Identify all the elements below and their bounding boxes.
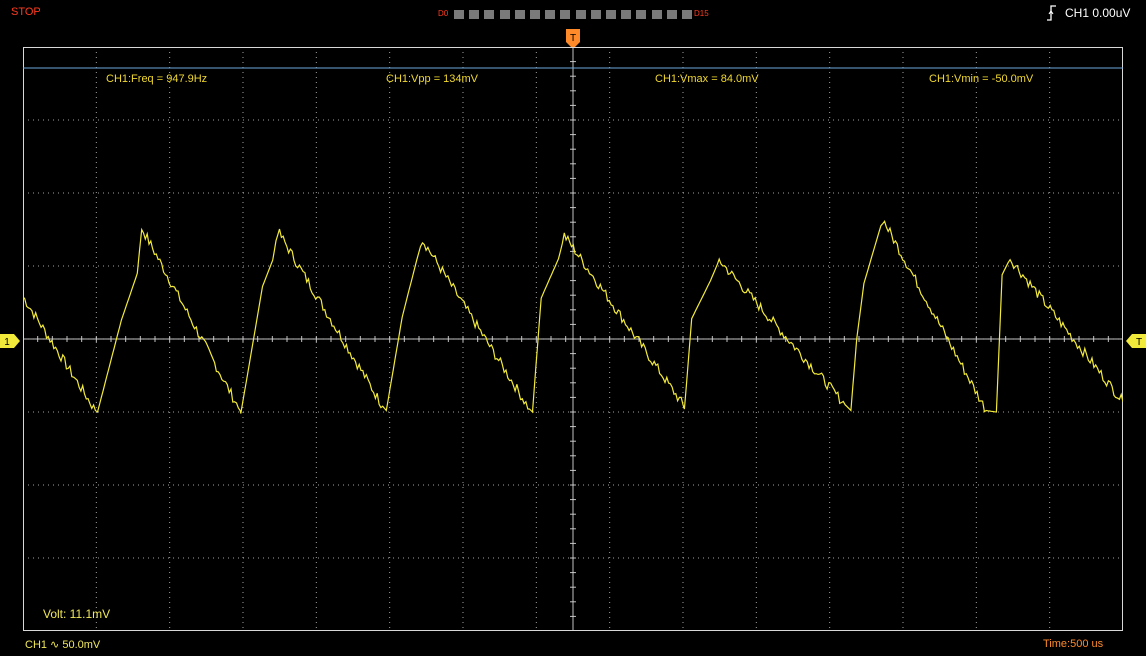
digital-channel-box — [606, 10, 616, 19]
digital-channel-box — [682, 10, 692, 19]
digital-channel-box — [575, 10, 586, 19]
digital-channel-box — [621, 10, 632, 19]
digital-channel-box — [530, 10, 540, 19]
trigger-marker-label: T — [570, 33, 576, 44]
top-status-bar: STOP D0 D15 CH1 0.00uV — [0, 0, 1146, 26]
digital-channel-box — [590, 10, 601, 19]
digital-channel-box — [484, 10, 495, 19]
digital-channel-box — [514, 10, 525, 19]
digital-channel-box — [545, 10, 556, 19]
ch1-scale-readout[interactable]: CH1 ∿ 50.0mV — [25, 638, 100, 651]
channel-marker-label: 1 — [4, 337, 10, 348]
measure-vpp: CH1:Vpp = 134mV — [386, 73, 479, 85]
rising-edge-icon — [1047, 5, 1056, 21]
trigger-level-label: T — [1136, 337, 1142, 348]
digital-channel-box — [651, 10, 662, 19]
digital-channel-box — [666, 10, 677, 19]
measure-freq: CH1:Freq = 947.9Hz — [106, 73, 208, 85]
trigger-level-marker-right[interactable]: T — [1126, 334, 1146, 348]
digital-channel-box — [560, 10, 571, 19]
run-status-label[interactable]: STOP — [11, 6, 41, 18]
ch1-level-marker-left[interactable]: 1 — [0, 334, 20, 348]
cursor-volt-readout: Volt: 11.1mV — [43, 607, 111, 621]
trigger-readout[interactable]: CH1 0.00uV — [1065, 6, 1130, 20]
digital-channel-box — [469, 10, 480, 19]
digital-channel-box — [499, 10, 510, 19]
digital-last-label: D15 — [694, 9, 709, 18]
digital-first-label: D0 — [438, 9, 449, 18]
timebase-readout[interactable]: Time:500 us — [1043, 638, 1103, 650]
digital-channel-box — [636, 10, 647, 19]
waveform-display[interactable] — [23, 47, 1123, 631]
digital-channel-box — [454, 10, 464, 19]
measure-vmax: CH1:Vmax = 84.0mV — [655, 73, 759, 85]
trigger-position-marker[interactable]: T — [566, 29, 580, 49]
measure-vmin: CH1:Vmin = -50.0mV — [929, 73, 1034, 85]
